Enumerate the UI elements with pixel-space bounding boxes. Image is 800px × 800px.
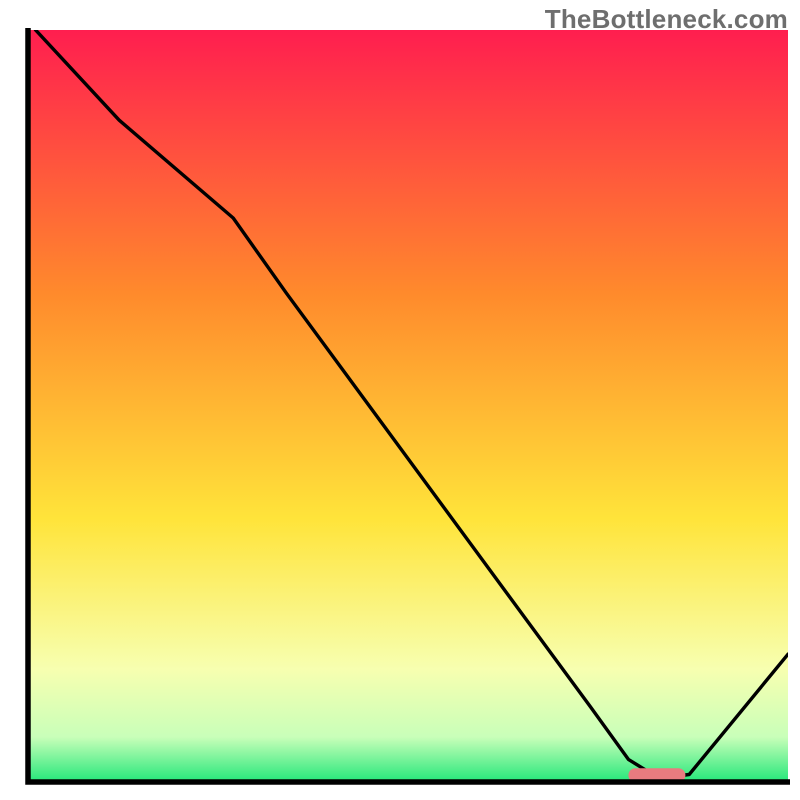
watermark-text: TheBottleneck.com [545,4,788,35]
plot-background [28,30,788,782]
chart-canvas [0,0,800,800]
chart-stage: TheBottleneck.com [0,0,800,800]
